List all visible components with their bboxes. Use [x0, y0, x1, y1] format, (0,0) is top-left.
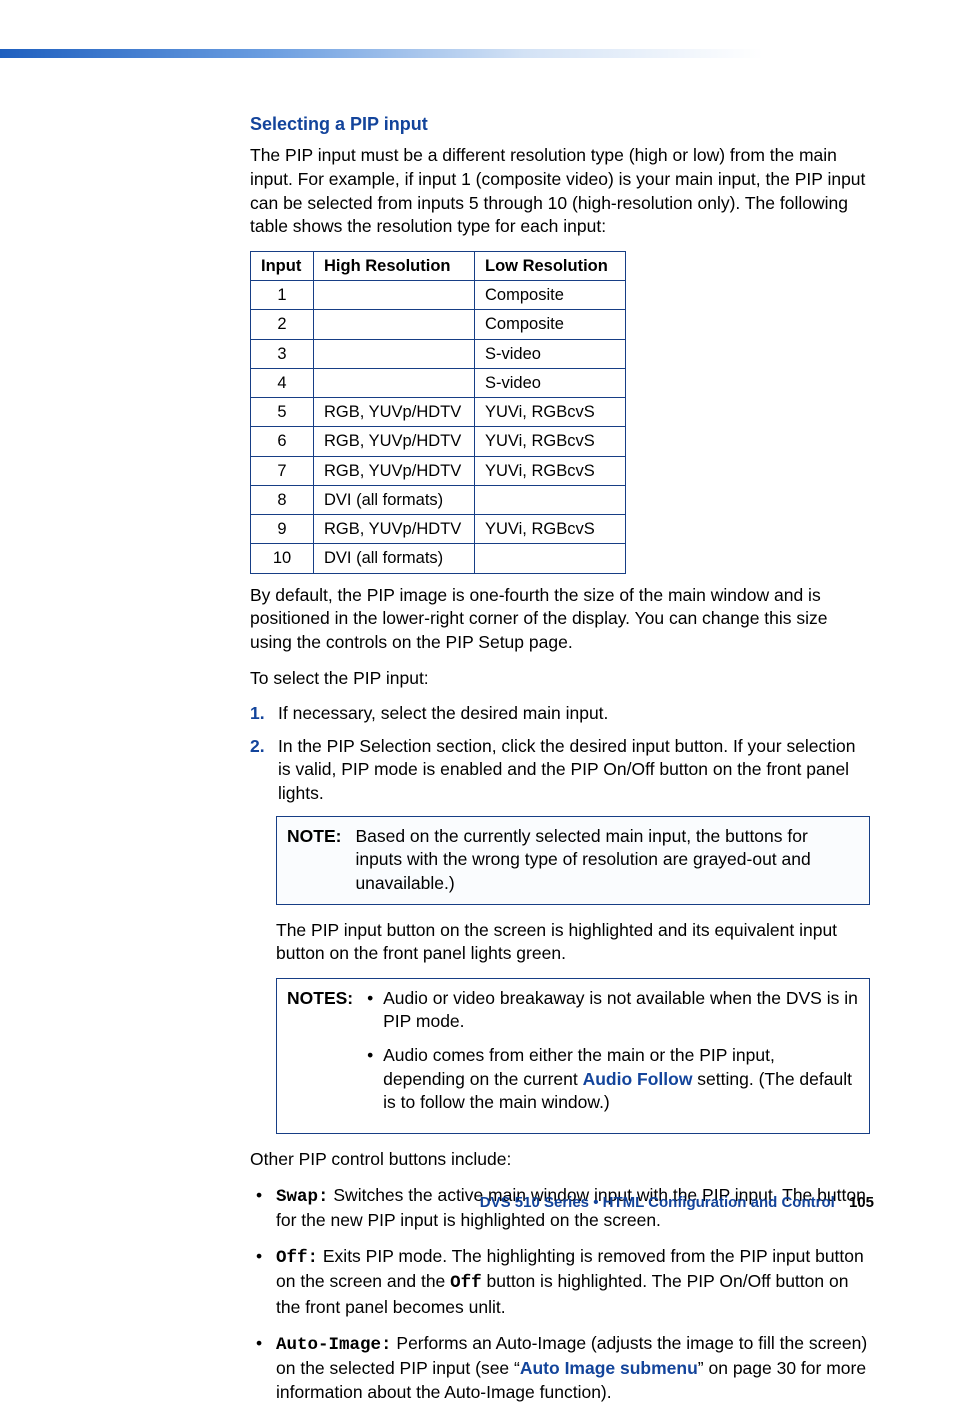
other-intro: Other PIP control buttons include: [250, 1148, 870, 1172]
select-intro: To select the PIP input: [250, 667, 870, 691]
footer-title: DVS 510 Series • HTML Configuration and … [480, 1194, 835, 1211]
audio-follow-link[interactable]: Audio Follow [583, 1069, 693, 1089]
note-box: NOTE: Based on the currently selected ma… [276, 816, 870, 905]
table-header-input: Input [251, 251, 314, 280]
list-item: Auto-Image: Performs an Auto-Image (adju… [250, 1332, 870, 1405]
off-label: Off: [276, 1248, 318, 1268]
after-table-paragraph: By default, the PIP image is one-fourth … [250, 584, 870, 655]
auto-image-submenu-link[interactable]: Auto Image submenu [520, 1358, 698, 1378]
section-heading: Selecting a PIP input [250, 112, 870, 136]
header-gradient [0, 49, 954, 58]
footer-page-number: 105 [849, 1194, 874, 1211]
step-number: 2. [250, 735, 265, 759]
step-text: In the PIP Selection section, click the … [278, 736, 856, 803]
note-text: Based on the currently selected main inp… [355, 825, 859, 896]
other-buttons-list: Swap: Switches the active main window in… [250, 1184, 870, 1405]
note-label: NOTE: [287, 825, 341, 849]
steps-list: 1. If necessary, select the desired main … [250, 702, 870, 806]
table-header-high: High Resolution [314, 251, 475, 280]
table-row: 9RGB, YUVp/HDTVYUVi, RGBcvS [251, 515, 626, 544]
swap-label: Swap: [276, 1187, 329, 1207]
table-row: 2Composite [251, 310, 626, 339]
auto-image-label: Auto-Image: [276, 1335, 392, 1355]
step-number: 1. [250, 702, 265, 726]
table-row: 10DVI (all formats) [251, 544, 626, 573]
table-header-low: Low Resolution [475, 251, 626, 280]
intro-paragraph: The PIP input must be a different resolu… [250, 144, 870, 239]
step-text: If necessary, select the desired main in… [278, 703, 608, 723]
table-row: 8DVI (all formats) [251, 485, 626, 514]
notes-item: Audio comes from either the main or the … [367, 1044, 859, 1115]
page-content: Selecting a PIP input The PIP input must… [250, 112, 870, 1413]
table-row: 4S-video [251, 368, 626, 397]
table-row: 7RGB, YUVp/HDTVYUVi, RGBcvS [251, 456, 626, 485]
list-item: Off: Exits PIP mode. The highlighting is… [250, 1245, 870, 1320]
table-row: 6RGB, YUVp/HDTVYUVi, RGBcvS [251, 427, 626, 456]
table-row: 5RGB, YUVp/HDTVYUVi, RGBcvS [251, 398, 626, 427]
after-note-paragraph: The PIP input button on the screen is hi… [276, 919, 870, 966]
table-row: 1Composite [251, 281, 626, 310]
step-item: 2. In the PIP Selection section, click th… [250, 735, 870, 806]
notes-box: NOTES: Audio or video breakaway is not a… [276, 978, 870, 1134]
notes-item: Audio or video breakaway is not availabl… [367, 987, 859, 1034]
page-footer: DVS 510 Series • HTML Configuration and … [480, 1193, 874, 1213]
step-item: 1. If necessary, select the desired main … [250, 702, 870, 726]
table-row: 3S-video [251, 339, 626, 368]
resolution-table: Input High Resolution Low Resolution 1Co… [250, 251, 626, 574]
notes-label: NOTES: [287, 987, 353, 1011]
